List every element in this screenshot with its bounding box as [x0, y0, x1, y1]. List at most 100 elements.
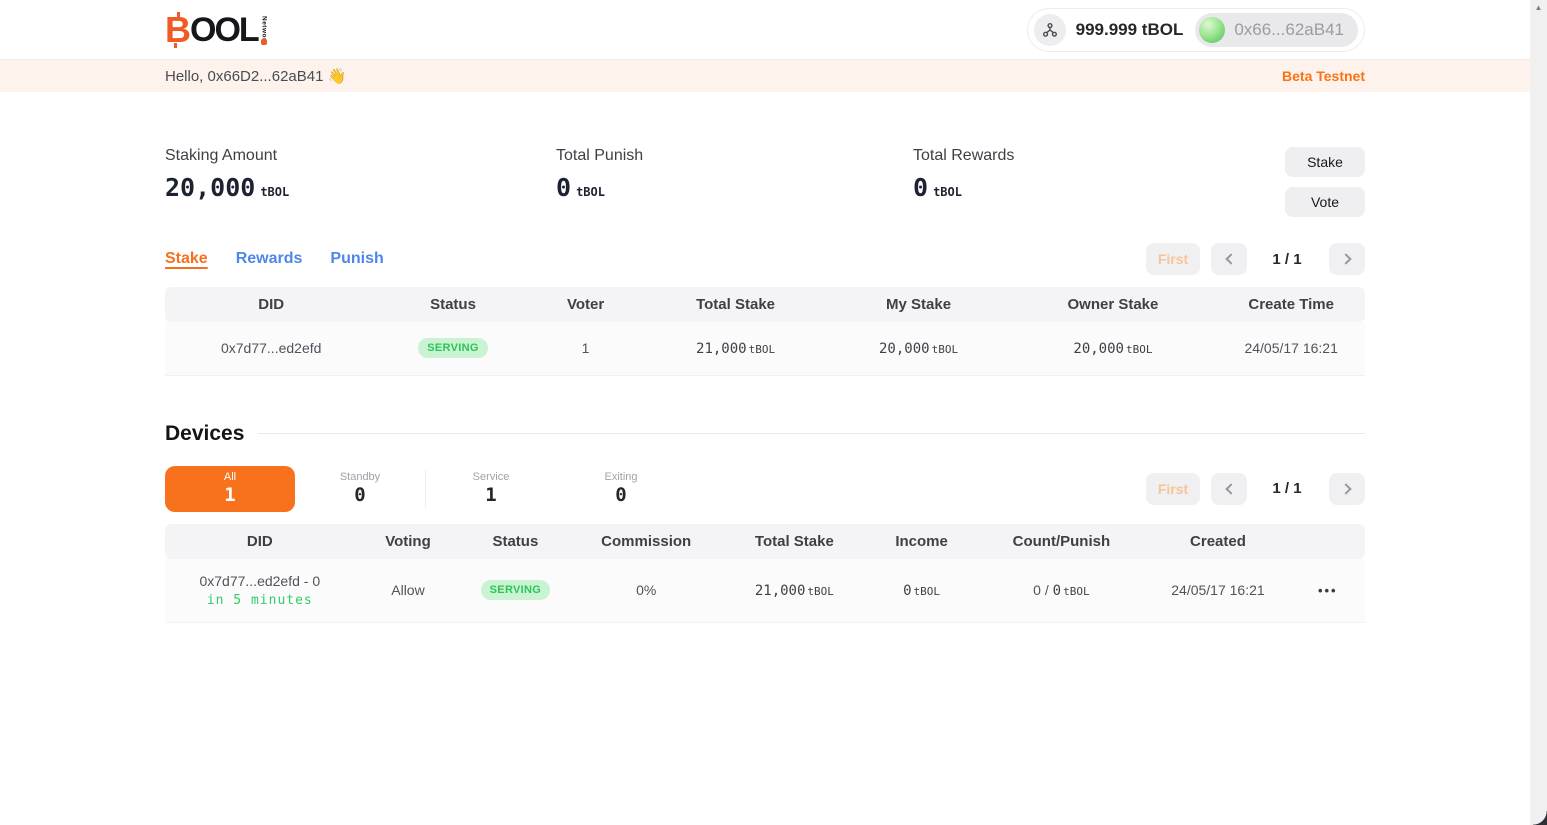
avatar [1199, 17, 1225, 43]
cell-status: SERVING [461, 559, 569, 623]
filter-all[interactable]: All 1 [165, 466, 295, 512]
cell-total-stake: 21,000tBOL [723, 559, 866, 623]
device-did: 0x7d77...ed2efd - 0 [165, 573, 355, 589]
stat-total-rewards: Total Rewards 0tBOL [913, 147, 1285, 217]
wave-emoji: 👋 [328, 68, 347, 85]
stat-total-punish: Total Punish 0 tBOL [556, 147, 913, 217]
devices-controls: All 1 Standby 0 Service 1 Exiting 0 [165, 466, 1365, 512]
column-header-actions [1291, 524, 1365, 559]
devices-title: Devices [165, 422, 244, 446]
filter-exiting[interactable]: Exiting 0 [556, 466, 686, 512]
cell-create-time: 24/05/17 16:21 [1217, 322, 1365, 375]
logo-vertical-text: Network [261, 16, 268, 36]
cell-voter: 1 [529, 322, 643, 375]
devices-table-row: 0x7d77...ed2efd - 0 in 5 minutes Allow S… [165, 559, 1365, 623]
page-indicator: 1 / 1 [1269, 251, 1305, 268]
column-header-voter: Voter [529, 287, 643, 322]
cell-commission: 0% [569, 559, 723, 623]
cell-total-stake: 21,000tBOL [643, 322, 829, 375]
chevron-right-icon [1340, 253, 1351, 264]
row-menu-button[interactable]: ••• [1318, 583, 1338, 598]
stat-label: Staking Amount [165, 147, 556, 165]
stake-list-controls: Stake Rewards Punish First 1 / 1 [165, 243, 1365, 275]
column-header-did: DID [165, 524, 355, 559]
devices-pagination-first-button[interactable]: First [1146, 473, 1200, 505]
stat-unit: tBOL [576, 185, 605, 199]
network-icon [1034, 14, 1066, 46]
cell-actions: ••• [1291, 559, 1365, 623]
stat-unit: tBOL [260, 185, 289, 199]
cell-income: 0tBOL [866, 559, 978, 623]
bitcoin-b-glyph: B [165, 11, 190, 49]
device-filters: All 1 Standby 0 Service 1 Exiting 0 [165, 466, 686, 512]
wallet-balance: 999.999 tBOL [1076, 20, 1186, 40]
cell-created: 24/05/17 16:21 [1145, 559, 1290, 623]
devices-divider [258, 433, 1365, 434]
stat-unit: tBOL [933, 185, 962, 199]
cell-my-stake: 20,000tBOL [829, 322, 1009, 375]
column-header-status: Status [461, 524, 569, 559]
filter-service[interactable]: Service 1 [426, 466, 556, 512]
stake-button[interactable]: Stake [1285, 147, 1365, 177]
devices-section-header: Devices [165, 422, 1365, 446]
tab-punish[interactable]: Punish [330, 250, 383, 268]
cell-did: 0x7d77...ed2efd - 0 in 5 minutes [165, 559, 355, 623]
stat-value: 20,000 [165, 173, 255, 202]
pagination-next-button[interactable] [1329, 243, 1365, 275]
devices-table: DID Voting Status Commission Total Stake… [165, 524, 1365, 624]
stat-value: 0 [913, 173, 928, 202]
devices-pagination-next-button[interactable] [1329, 473, 1365, 505]
devices-page-indicator: 1 / 1 [1269, 480, 1305, 497]
column-header-commission: Commission [569, 524, 723, 559]
logo-text: OOL [190, 11, 258, 49]
stake-table-row: 0x7d77...ed2efd SERVING 1 21,000tBOL 20,… [165, 322, 1365, 375]
column-header-owner-stake: Owner Stake [1009, 287, 1218, 322]
status-badge: SERVING [418, 338, 487, 358]
stake-table: DID Status Voter Total Stake My Stake Ow… [165, 287, 1365, 376]
bool-logo[interactable]: BOOL Network [165, 11, 268, 49]
device-countdown: in 5 minutes [165, 593, 355, 608]
cell-owner-stake: 20,000tBOL [1009, 322, 1218, 375]
scrollbar[interactable]: ▲ ▼ [1530, 0, 1547, 825]
devices-pagination: First 1 / 1 [1146, 473, 1365, 505]
tab-stake[interactable]: Stake [165, 250, 208, 268]
vote-button[interactable]: Vote [1285, 187, 1365, 217]
window-corner [1533, 811, 1547, 825]
column-header-status: Status [377, 287, 528, 322]
chevron-left-icon [1225, 253, 1236, 264]
column-header-count-punish: Count/Punish [977, 524, 1145, 559]
wallet-address: 0x66...62aB41 [1234, 20, 1344, 40]
stat-label: Total Punish [556, 147, 913, 165]
stat-staking-amount: Staking Amount 20,000 tBOL [165, 147, 556, 217]
pagination-prev-button[interactable] [1211, 243, 1247, 275]
stake-tabs: Stake Rewards Punish [165, 250, 384, 268]
page: BOOL Network 999. [0, 0, 1547, 825]
filter-standby[interactable]: Standby 0 [295, 466, 425, 512]
status-badge: SERVING [481, 580, 550, 600]
scroll-up-icon[interactable]: ▲ [1535, 4, 1543, 12]
stake-pagination: First 1 / 1 [1146, 243, 1365, 275]
stat-value: 0 [556, 173, 571, 202]
pagination-first-button[interactable]: First [1146, 243, 1200, 275]
greeting-banner: Hello, 0x66D2...62aB41 👋 Beta Testnet [0, 60, 1530, 92]
chevron-right-icon [1340, 483, 1351, 494]
stake-table-header-row: DID Status Voter Total Stake My Stake Ow… [165, 287, 1365, 322]
cell-status: SERVING [377, 322, 528, 375]
wallet-address-pill[interactable]: 0x66...62aB41 [1195, 13, 1358, 47]
cell-voting: Allow [355, 559, 462, 623]
devices-table-header-row: DID Voting Status Commission Total Stake… [165, 524, 1365, 559]
stats-row: Staking Amount 20,000 tBOL Total Punish 0… [165, 147, 1365, 217]
chevron-left-icon [1225, 483, 1236, 494]
wallet-pill[interactable]: 999.999 tBOL 0x66...62aB41 [1027, 8, 1365, 52]
column-header-voting: Voting [355, 524, 462, 559]
column-header-total-stake: Total Stake [723, 524, 866, 559]
column-header-my-stake: My Stake [829, 287, 1009, 322]
column-header-total-stake: Total Stake [643, 287, 829, 322]
network-label: Beta Testnet [1282, 68, 1365, 84]
actions-column: Stake Vote [1285, 147, 1365, 217]
devices-pagination-prev-button[interactable] [1211, 473, 1247, 505]
column-header-created: Created [1145, 524, 1290, 559]
tab-rewards[interactable]: Rewards [236, 250, 303, 268]
greeting-text: Hello, 0x66D2...62aB41 [165, 68, 323, 85]
logo-tail: Network [261, 11, 268, 45]
